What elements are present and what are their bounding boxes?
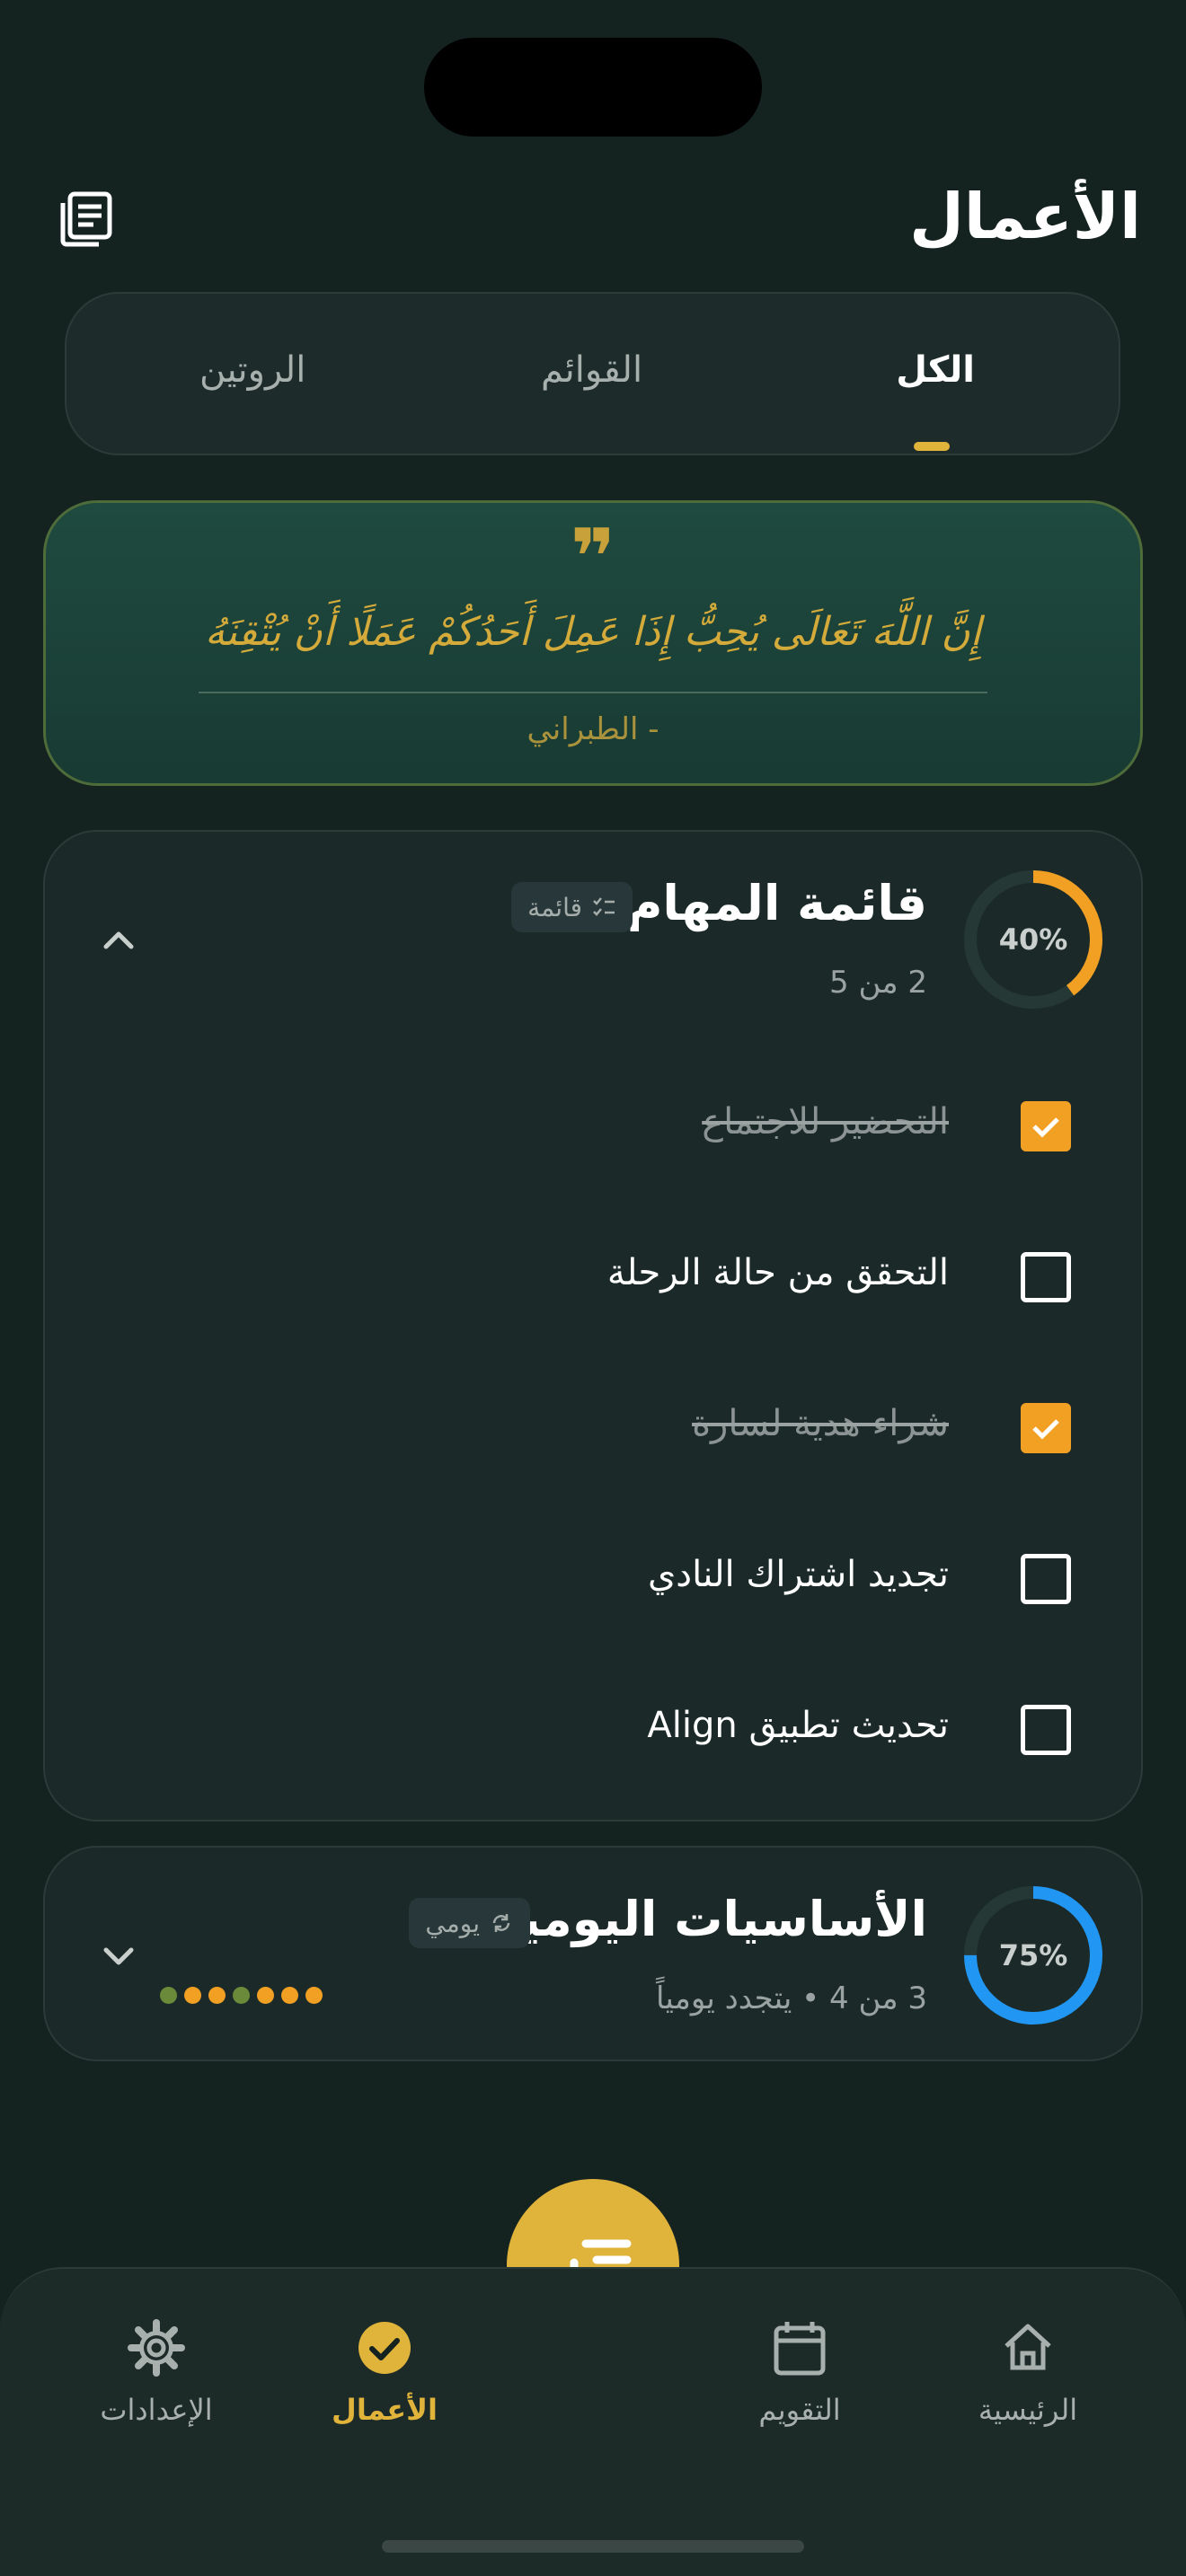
streak-dot [233, 1987, 250, 2004]
task-item[interactable]: التحضير للاجتماع [45, 1080, 1141, 1169]
nav-settings-label: الإعدادات [100, 2393, 213, 2427]
streak-dot [184, 1987, 201, 2004]
check-circle-icon [358, 2322, 411, 2374]
gear-icon [128, 2319, 185, 2377]
quote-divider [199, 692, 987, 693]
repeat-icon [492, 1914, 510, 1932]
list-badge: قائمة [511, 882, 633, 932]
notes-button[interactable] [54, 187, 119, 251]
nav-tasks-label: الأعمال [332, 2393, 438, 2427]
calendar-icon [774, 2322, 826, 2376]
list-badge-label: قائمة [527, 892, 582, 922]
card-title: الأساسيات اليومية [492, 1891, 928, 1947]
task-item[interactable]: تحديث تطبيق Align [45, 1683, 1141, 1773]
task-item[interactable]: تجديد اشتراك النادي [45, 1532, 1141, 1622]
task-checkbox[interactable] [1021, 1554, 1071, 1604]
progress-ring: 40% [960, 866, 1107, 1013]
daily-routine-card[interactable]: 75% الأساسيات اليومية يومي 3 من 4 • يتجد… [43, 1846, 1143, 2061]
quote-text: إِنَّ اللَّهَ تَعَالَى يُحِبُّ إِذَا عَم… [205, 609, 981, 655]
nav-calendar[interactable]: التقويم [710, 2316, 890, 2427]
nav-home-label: الرئيسية [978, 2393, 1078, 2427]
dynamic-island [424, 38, 762, 137]
progress-label: 40% [998, 922, 1068, 957]
task-checkbox-checked[interactable] [1021, 1403, 1071, 1453]
quote-mark-icon: ❞ [570, 513, 616, 603]
task-label: التحضير للاجتماع [702, 1101, 949, 1142]
bottom-nav: الرئيسية التقويم الأعمال الإعدادات [0, 2267, 1186, 2576]
task-item[interactable]: التحقق من حالة الرحلة [45, 1231, 1141, 1320]
card-title: قائمة المهام [626, 875, 927, 931]
chevron-down-icon[interactable] [97, 1934, 140, 1977]
segment-tabs: الكل القوائم الروتين [65, 292, 1120, 455]
task-count: 2 من 5 [829, 965, 927, 1001]
task-checkbox-checked[interactable] [1021, 1101, 1071, 1151]
progress-ring: 75% [960, 1882, 1107, 2029]
routine-badge: يومي [409, 1898, 530, 1948]
streak-dot [305, 1987, 323, 2004]
streak-dots [160, 1987, 323, 2004]
tab-lists[interactable]: القوائم [541, 349, 642, 391]
tab-routine[interactable]: الروتين [199, 349, 305, 391]
routine-badge-label: يومي [425, 1908, 480, 1938]
task-checkbox[interactable] [1021, 1705, 1071, 1755]
routine-subtitle: 3 من 4 • يتجدد يومياً [656, 1981, 927, 2016]
nav-settings[interactable]: الإعدادات [66, 2316, 246, 2427]
nav-tasks[interactable]: الأعمال [295, 2316, 474, 2427]
check-icon [1032, 1419, 1059, 1440]
home-icon [1005, 2324, 1051, 2370]
notes-icon [60, 191, 112, 247]
task-list-card: 40% قائمة المهام قائمة 2 من 5 التحضير لل… [43, 830, 1143, 1822]
quote-card: ❞ إِنَّ اللَّهَ تَعَالَى يُحِبُّ إِذَا ع… [43, 500, 1143, 786]
nav-calendar-label: التقويم [758, 2393, 841, 2427]
tab-all[interactable]: الكل [896, 349, 975, 391]
home-indicator [382, 2540, 804, 2553]
nav-home[interactable]: الرئيسية [938, 2316, 1118, 2427]
progress-label: 75% [998, 1938, 1068, 1972]
quote-source: - الطبراني [527, 711, 659, 747]
task-label: تحديث تطبيق Align [647, 1705, 949, 1746]
check-icon [1032, 1117, 1059, 1138]
task-checkbox[interactable] [1021, 1252, 1071, 1302]
streak-dot [160, 1987, 177, 2004]
streak-dot [208, 1987, 226, 2004]
streak-dot [281, 1987, 298, 2004]
streak-dot [257, 1987, 274, 2004]
chevron-up-icon[interactable] [97, 918, 140, 961]
page-title: الأعمال [909, 180, 1141, 253]
task-label: التحقق من حالة الرحلة [606, 1252, 949, 1293]
task-label: شراء هدية لسارة [692, 1403, 949, 1444]
task-item[interactable]: شراء هدية لسارة [45, 1381, 1141, 1471]
task-label: تجديد اشتراك النادي [647, 1554, 949, 1595]
tab-active-indicator [914, 442, 950, 451]
checklist-icon [593, 897, 615, 916]
